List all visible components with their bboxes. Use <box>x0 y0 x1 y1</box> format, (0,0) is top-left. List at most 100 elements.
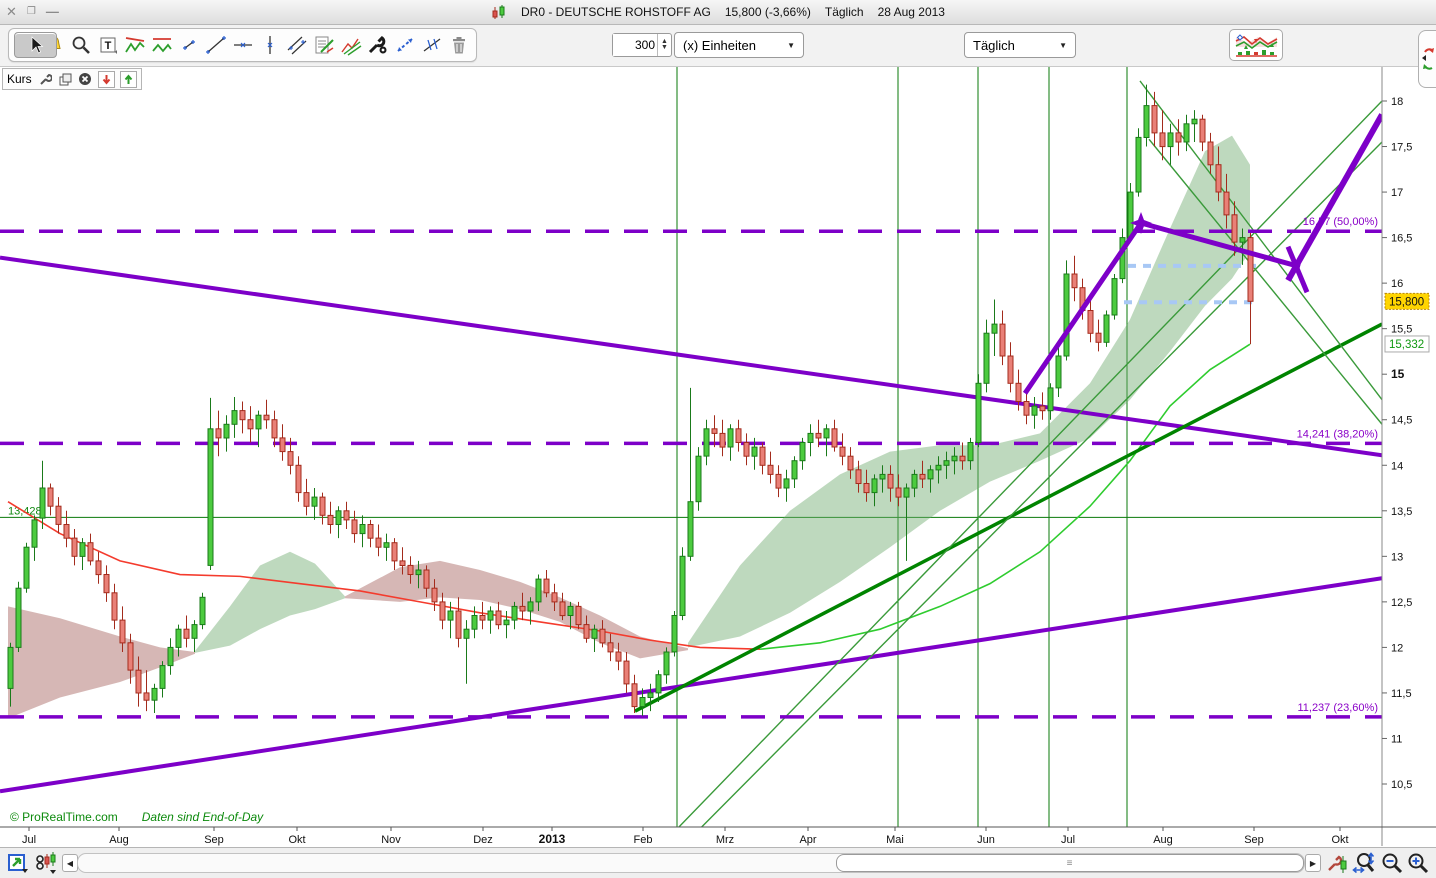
pitchfork-tool-icon[interactable] <box>338 32 363 58</box>
svg-text:14,5: 14,5 <box>1391 415 1412 427</box>
copyright-text: © ProRealTime.com <box>10 810 118 824</box>
wrench-icon[interactable] <box>38 72 53 87</box>
svg-text:11,5: 11,5 <box>1391 688 1412 700</box>
units-spinner[interactable]: ▲▼ <box>657 34 671 56</box>
zoom-fit-icon[interactable] <box>1352 851 1376 875</box>
svg-text:Sep: Sep <box>1244 834 1264 846</box>
time-axis[interactable]: Jul Aug Sep Okt Nov Dez 2013 Feb Mrz Apr Mai Jun Jul… <box>0 827 1436 846</box>
chevron-down-icon: ▼ <box>1059 41 1067 50</box>
svg-text:14: 14 <box>1391 460 1403 472</box>
svg-text:Aug: Aug <box>1153 834 1173 846</box>
svg-text:16: 16 <box>1391 278 1403 290</box>
crossed-line-tool-icon[interactable] <box>419 32 444 58</box>
svg-text:Aug: Aug <box>109 834 129 846</box>
svg-text:15,5: 15,5 <box>1391 324 1412 336</box>
drawing-tools-group: T <box>8 28 477 62</box>
zoom-tool-icon[interactable] <box>68 32 93 58</box>
scrollbar-thumb[interactable]: ≡ <box>836 854 1304 872</box>
window-title: DR0 - DEUTSCHE ROHSTOFF AG 15,800 (-3,66… <box>0 0 1436 24</box>
close-pane-icon[interactable] <box>78 72 93 87</box>
scroll-right-button[interactable]: ▶ <box>1305 854 1321 872</box>
window-titlebar: ✕ ❐ — DR0 - DEUTSCHE ROHSTOFF AG 15,800 … <box>0 0 1436 25</box>
pattern-wedge-tool-icon[interactable] <box>122 32 147 58</box>
svg-text:Jun: Jun <box>977 834 995 846</box>
svg-text:Okt: Okt <box>288 834 305 846</box>
svg-text:2013: 2013 <box>539 832 566 846</box>
svg-text:12: 12 <box>1391 642 1403 654</box>
green-channel-up-1[interactable] <box>650 101 1382 857</box>
text-tool-icon[interactable]: T <box>95 32 120 58</box>
units-count-field[interactable]: ▲▼ <box>612 33 672 57</box>
segment-short-tool-icon[interactable] <box>176 32 201 58</box>
purple-support-line[interactable] <box>0 578 1382 791</box>
svg-text:15,800: 15,800 <box>1389 296 1424 308</box>
units-count-input[interactable] <box>613 34 657 56</box>
svg-text:16,57 (50,00%): 16,57 (50,00%) <box>1303 216 1378 228</box>
delete-tool-icon[interactable] <box>446 32 471 58</box>
svg-text:Sep: Sep <box>204 834 224 846</box>
green-channel-up-2[interactable] <box>672 142 1382 857</box>
svg-text:13: 13 <box>1391 551 1403 563</box>
svg-text:Mrz: Mrz <box>716 834 734 846</box>
dashed-segment-tool-icon[interactable] <box>392 32 417 58</box>
horizontal-line-tool-icon[interactable] <box>230 32 255 58</box>
timeframe-select[interactable]: Täglich▼ <box>964 32 1076 58</box>
svg-text:Feb: Feb <box>634 834 653 846</box>
svg-text:Jul: Jul <box>22 834 36 846</box>
last-date: 28 Aug 2013 <box>878 5 945 19</box>
segment-long-tool-icon[interactable] <box>203 32 228 58</box>
ma-value-badge: 15,332 <box>1385 336 1429 352</box>
pane-title: Kurs <box>7 72 33 86</box>
svg-text:Dez: Dez <box>473 834 493 846</box>
svg-text:Okt: Okt <box>1331 834 1348 846</box>
vertical-line-tool-icon[interactable] <box>257 32 282 58</box>
export-chart-icon[interactable] <box>6 851 30 875</box>
last-price-change: 15,800 (-3,66%) <box>725 5 811 19</box>
svg-text:Apr: Apr <box>799 834 816 846</box>
scroll-left-button[interactable]: ◀ <box>62 854 78 872</box>
zoom-out-icon[interactable] <box>1380 851 1404 875</box>
trading-signals-button[interactable] <box>1229 29 1283 61</box>
signals-chart-icon <box>1234 33 1278 57</box>
cursor-tool-icon[interactable] <box>14 32 57 58</box>
instrument-name: DR0 - DEUTSCHE ROHSTOFF AG <box>521 5 711 19</box>
price-pane-header: Kurs <box>2 68 142 90</box>
time-scrollbar: ◀ ≡ ▶ <box>62 853 1318 872</box>
side-panel-collapse-tab[interactable] <box>1418 30 1436 88</box>
zoom-in-icon[interactable] <box>1406 851 1430 875</box>
svg-text:17,5: 17,5 <box>1391 142 1412 154</box>
candlestick-series <box>8 85 1253 716</box>
refresh-arrows-icon <box>1421 44 1435 74</box>
chevron-down-icon: ▼ <box>787 41 795 50</box>
svg-text:11,237 (23,60%): 11,237 (23,60%) <box>1297 702 1378 714</box>
move-pane-down-icon[interactable] <box>98 71 115 88</box>
price-axis[interactable]: 1817,51716,51615,51514,51413,51312,51211… <box>1382 66 1429 846</box>
svg-text:18: 18 <box>1391 96 1403 108</box>
svg-text:17: 17 <box>1391 187 1403 199</box>
svg-text:10,5: 10,5 <box>1391 779 1412 791</box>
svg-text:T: T <box>104 40 111 52</box>
last-price-badge: 15,800 <box>1385 293 1429 309</box>
prorealtime-window: 13,42816,57 (50,00%)14,241 (38,20%)11,23… <box>0 0 1436 878</box>
units-type-select[interactable]: (x) Einheiten▼ <box>674 32 804 58</box>
svg-text:Nov: Nov <box>381 834 401 846</box>
chart-footer-note: © ProRealTime.com Daten sind End-of-Day <box>10 810 263 824</box>
drawing-toolbar: T ▲▼ (x) Einheiten▼ Täglich▼ <box>0 24 1436 67</box>
bottom-navigation-bar: ◀ ≡ ▶ <box>0 847 1436 878</box>
svg-text:Mai: Mai <box>886 834 904 846</box>
svg-text:Jul: Jul <box>1061 834 1075 846</box>
svg-text:11: 11 <box>1391 733 1402 745</box>
chart-display-settings-icon[interactable] <box>1325 851 1349 875</box>
scrollbar-track[interactable]: ≡ <box>77 853 1305 873</box>
data-mode-text: Daten sind End-of-Day <box>142 810 263 824</box>
move-pane-up-icon[interactable] <box>120 71 137 88</box>
pattern-channel-tool-icon[interactable] <box>149 32 174 58</box>
svg-text:15: 15 <box>1391 367 1405 381</box>
duplicate-icon[interactable] <box>58 72 73 87</box>
fibonacci-tool-icon[interactable] <box>311 32 336 58</box>
candlestick-icon <box>491 5 507 20</box>
timeframe-label: Täglich <box>825 5 864 19</box>
link-candles-icon[interactable] <box>34 851 58 875</box>
parallel-lines-tool-icon[interactable] <box>284 32 309 58</box>
advanced-tools-tool-icon[interactable] <box>365 32 390 58</box>
